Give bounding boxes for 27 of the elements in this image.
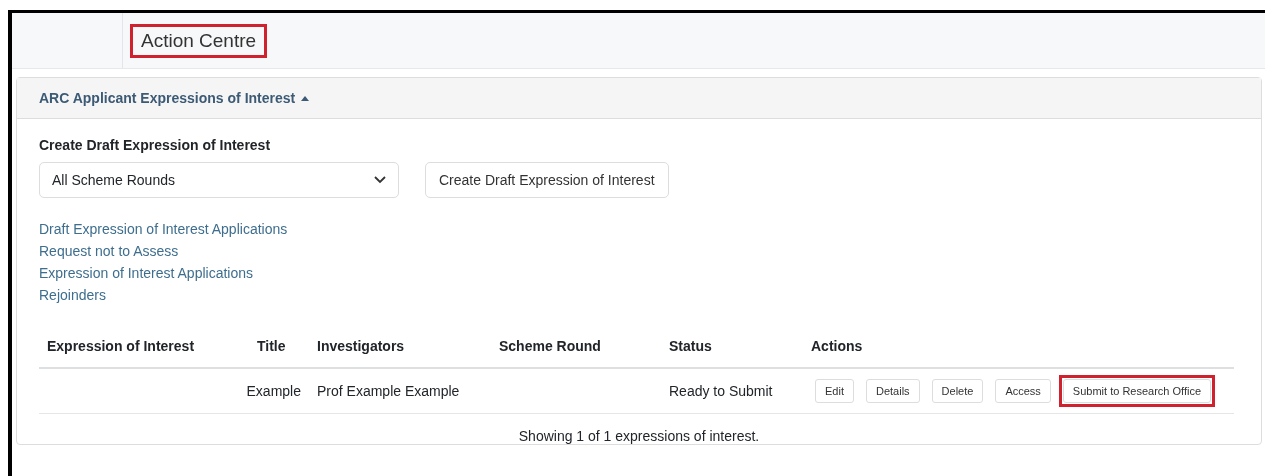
column-header: Scheme Round (498, 337, 602, 354)
chevron-icon (374, 176, 386, 184)
nav-link[interactable]: Rejoinders (39, 284, 106, 306)
result-count: Showing 1 of 1 expressions of interest. (518, 428, 760, 444)
column-header: Investigators (316, 337, 406, 354)
caret-icon (301, 95, 310, 101)
page-title: Action Centre (130, 23, 268, 58)
table-cell: Prof Example Example (317, 383, 460, 399)
panel-title: ARC Applicant Expressions of Interest (39, 90, 296, 106)
create-button[interactable]: Create Draft Expression of Interest (425, 162, 669, 198)
panel-header[interactable]: ARC Applicant Expressions of Interest (17, 78, 1261, 119)
table-cell: Ready to Submit (669, 383, 773, 399)
nav-link[interactable]: Draft Expression of Interest Applications (39, 218, 288, 240)
table-cell: Example (246, 383, 301, 399)
column-header: Status (668, 337, 713, 354)
action-button[interactable]: Access (995, 379, 1051, 403)
column-header: Title (256, 337, 287, 354)
section-heading: Create Draft Expression of Interest (39, 137, 272, 153)
action-button[interactable]: Edit (815, 379, 854, 403)
action-button[interactable]: Details (865, 379, 920, 403)
scheme-round-select[interactable]: All Scheme Rounds (39, 162, 399, 198)
column-header: Actions (810, 337, 864, 354)
action-button[interactable]: Delete (931, 379, 984, 403)
column-header: Expression of Interest (46, 337, 196, 354)
action-button[interactable]: Submit to Research Office (1062, 379, 1212, 403)
nav-link[interactable]: Expression of Interest Applications (39, 262, 253, 284)
nav-link[interactable]: Request not to Assess (39, 240, 179, 262)
